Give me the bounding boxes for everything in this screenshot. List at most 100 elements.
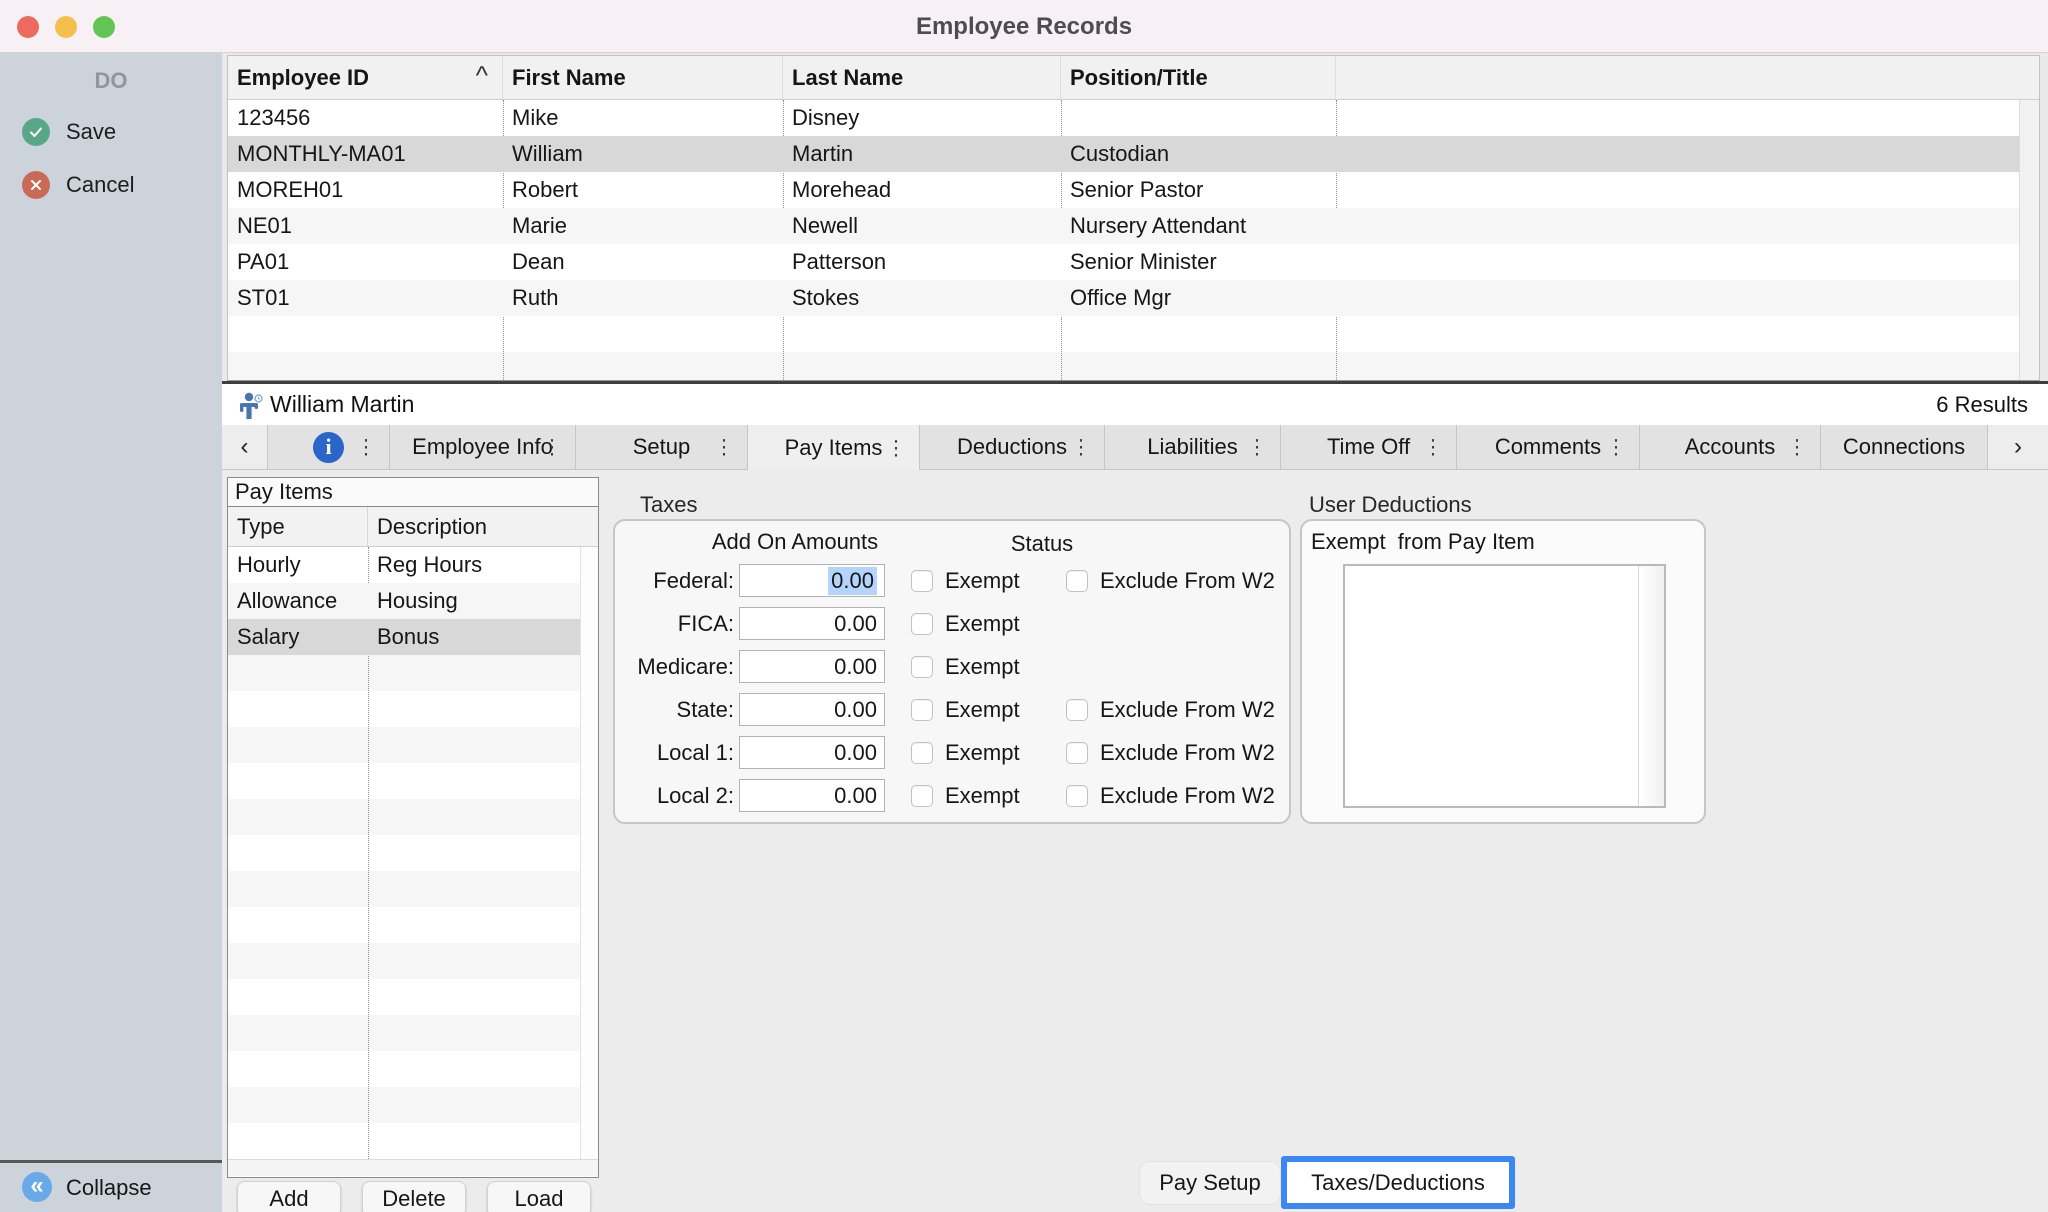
exclude-w2-label: Exclude From W2 [1100,783,1275,809]
fica-label: FICA: [615,611,734,637]
fica-amount-input[interactable]: 0.00 [739,607,885,640]
vertical-scrollbar[interactable] [1638,566,1664,806]
exempt-from-pay-item-list[interactable] [1343,564,1666,808]
table-row[interactable]: MOREH01 Robert Morehead Senior Pastor [228,172,2021,208]
user-deductions-panel: Exempt from Pay Item [1300,519,1706,824]
delete-button[interactable]: Delete [362,1181,466,1212]
vertical-scrollbar[interactable] [2019,100,2039,380]
state-label: State: [615,697,734,723]
local2-amount-input[interactable]: 0.00 [739,779,885,812]
collapse-button[interactable]: « Collapse [0,1163,222,1212]
column-header-last-name[interactable]: Last Name [783,56,1061,99]
table-row-selected[interactable]: MONTHLY-MA01 William Martin Custodian [228,136,2021,172]
local1-exempt-checkbox[interactable] [911,742,933,764]
medicare-label: Medicare: [615,654,734,680]
pay-items-panel: Pay Items Type Description Hourly Reg Ho… [227,477,599,1178]
pay-item-row[interactable]: Hourly Reg Hours [228,547,580,583]
column-header-first-name[interactable]: First Name [503,56,783,99]
cancel-button[interactable]: Cancel [0,168,222,202]
save-label: Save [66,115,116,149]
column-header-filler [1336,56,2039,99]
tab-menu-icon[interactable]: ⋮ [1606,435,1626,460]
tab-deductions[interactable]: Deductions ⋮ [920,425,1105,470]
results-count: 6 Results [1936,384,2028,425]
record-header: William Martin 6 Results [222,381,2048,425]
federal-amount-input[interactable]: 0.00 [739,564,885,597]
tab-pay-items[interactable]: Pay Items ⋮ [748,425,920,470]
table-row[interactable]: PA01 Dean Patterson Senior Minister [228,244,2021,280]
federal-exempt-checkbox[interactable] [911,570,933,592]
state-exclude-w2-checkbox[interactable] [1066,699,1088,721]
tax-row-local1: Local 1: 0.00 Exempt Exclude From W2 [615,731,1289,774]
pay-items-content: Pay Items Type Description Hourly Reg Ho… [222,470,2048,1212]
tab-menu-icon[interactable]: ⋮ [542,435,562,460]
exempt-label: Exempt [945,697,1040,723]
tax-row-state: State: 0.00 Exempt Exclude From W2 [615,688,1289,731]
table-row[interactable]: 123456 Mike Disney [228,100,2021,136]
add-on-amounts-header: Add On Amounts [675,529,915,555]
next-tabs-button[interactable]: › [1988,425,2048,470]
exempt-label: Exempt [945,568,1040,594]
tab-comments[interactable]: Comments ⋮ [1457,425,1640,470]
pay-item-row-selected[interactable]: Salary Bonus [228,619,580,655]
chevron-right-icon: › [2014,433,2022,461]
medicare-amount-input[interactable]: 0.00 [739,650,885,683]
tab-menu-icon[interactable]: ⋮ [356,435,376,460]
pay-items-panel-title: Pay Items [228,478,598,507]
pay-items-buttons: Add Delete Load [237,1181,591,1212]
tab-menu-icon[interactable]: ⋮ [1423,435,1443,460]
tax-row-local2: Local 2: 0.00 Exempt Exclude From W2 [615,774,1289,817]
local1-amount-input[interactable]: 0.00 [739,736,885,769]
horizontal-scrollbar[interactable] [228,1159,598,1176]
vertical-scrollbar[interactable] [580,547,598,1159]
state-exempt-checkbox[interactable] [911,699,933,721]
tab-menu-icon[interactable]: ⋮ [1787,435,1807,460]
cancel-label: Cancel [66,168,134,202]
tab-menu-icon[interactable]: ⋮ [714,435,734,460]
chevron-left-icon: ‹ [241,433,249,461]
exempt-label: Exempt [945,783,1040,809]
state-amount-input[interactable]: 0.00 [739,693,885,726]
tab-liabilities[interactable]: Liabilities ⋮ [1105,425,1281,470]
tab-menu-icon[interactable]: ⋮ [886,435,906,460]
table-row[interactable]: ST01 Ruth Stokes Office Mgr [228,280,2021,316]
collapse-chevrons-icon: « [22,1172,52,1202]
local2-exclude-w2-checkbox[interactable] [1066,785,1088,807]
collapse-label: Collapse [66,1163,152,1212]
cancel-x-icon [22,171,50,199]
exempt-label: Exempt [945,740,1040,766]
taxes-panel: Add On Amounts Status Federal: 0.00 Exem… [613,519,1291,824]
pay-item-row[interactable]: Allowance Housing [228,583,580,619]
local2-exempt-checkbox[interactable] [911,785,933,807]
tab-setup[interactable]: Setup ⋮ [576,425,748,470]
column-header-position-title[interactable]: Position/Title [1061,56,1336,99]
sidebar-header: DO [0,68,222,94]
tab-employee-info[interactable]: Employee Info ⋮ [390,425,576,470]
employee-records-window: Employee Records DO Save Cancel « Collap… [0,0,2048,1212]
sort-ascending-icon: ^ [476,54,488,97]
load-button[interactable]: Load [487,1181,591,1212]
tab-menu-icon[interactable]: ⋮ [1071,435,1091,460]
tab-connections[interactable]: Connections [1821,425,1988,470]
table-row[interactable]: NE01 Marie Newell Nursery Attendant [228,208,2021,244]
federal-exclude-w2-checkbox[interactable] [1066,570,1088,592]
save-button[interactable]: Save [0,115,222,149]
tab-time-off[interactable]: Time Off ⋮ [1281,425,1457,470]
tab-accounts[interactable]: Accounts ⋮ [1640,425,1821,470]
tab-info[interactable]: i ⋮ [268,425,390,470]
add-button[interactable]: Add [237,1181,341,1212]
medicare-exempt-checkbox[interactable] [911,656,933,678]
employee-table-body: 123456 Mike Disney MONTHLY-MA01 William … [228,100,2039,380]
previous-tabs-button[interactable]: ‹ [222,425,268,470]
column-header-employee-id[interactable]: Employee ID ^ [228,56,503,99]
taxes-group-label: Taxes [640,492,697,518]
pay-setup-button[interactable]: Pay Setup [1140,1162,1280,1204]
user-deductions-group-label: User Deductions [1309,492,1472,518]
taxes-deductions-button[interactable]: Taxes/Deductions [1281,1156,1515,1209]
column-header-description[interactable]: Description [368,507,598,546]
local1-exclude-w2-checkbox[interactable] [1066,742,1088,764]
info-icon: i [313,432,344,463]
column-header-type[interactable]: Type [228,507,368,546]
fica-exempt-checkbox[interactable] [911,613,933,635]
tab-menu-icon[interactable]: ⋮ [1247,435,1267,460]
